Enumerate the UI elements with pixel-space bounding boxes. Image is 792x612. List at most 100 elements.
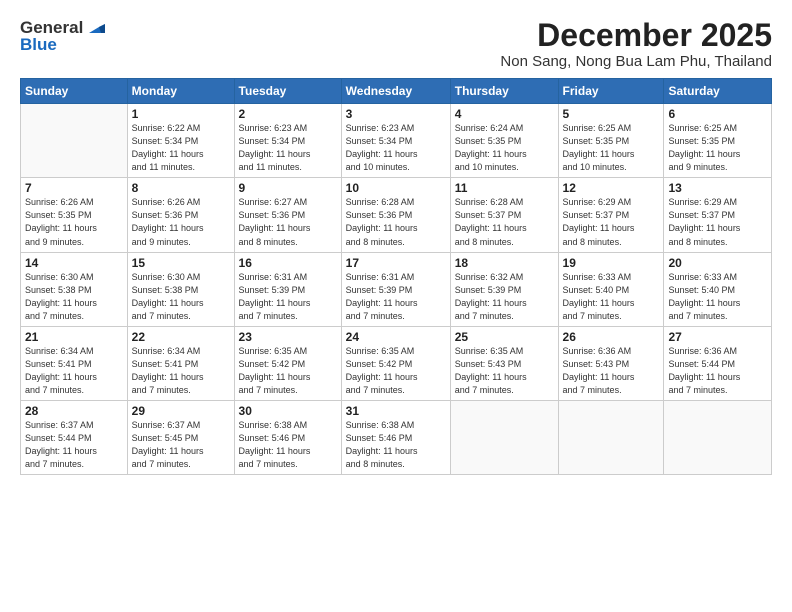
day-number: 6 bbox=[668, 107, 767, 121]
day-info: Sunrise: 6:24 AM Sunset: 5:35 PM Dayligh… bbox=[455, 122, 554, 174]
calendar-header-thursday: Thursday bbox=[450, 79, 558, 104]
calendar-cell bbox=[558, 400, 664, 474]
day-info: Sunrise: 6:30 AM Sunset: 5:38 PM Dayligh… bbox=[25, 271, 123, 323]
calendar-cell: 6Sunrise: 6:25 AM Sunset: 5:35 PM Daylig… bbox=[664, 104, 772, 178]
day-number: 2 bbox=[239, 107, 337, 121]
day-number: 4 bbox=[455, 107, 554, 121]
calendar-week-5: 28Sunrise: 6:37 AM Sunset: 5:44 PM Dayli… bbox=[21, 400, 772, 474]
month-title: December 2025 bbox=[500, 18, 772, 53]
logo-blue: Blue bbox=[20, 35, 57, 55]
day-number: 10 bbox=[346, 181, 446, 195]
calendar-header-saturday: Saturday bbox=[664, 79, 772, 104]
calendar-cell: 9Sunrise: 6:27 AM Sunset: 5:36 PM Daylig… bbox=[234, 178, 341, 252]
day-number: 30 bbox=[239, 404, 337, 418]
day-number: 12 bbox=[563, 181, 660, 195]
calendar-cell: 15Sunrise: 6:30 AM Sunset: 5:38 PM Dayli… bbox=[127, 252, 234, 326]
calendar-cell: 27Sunrise: 6:36 AM Sunset: 5:44 PM Dayli… bbox=[664, 326, 772, 400]
day-info: Sunrise: 6:26 AM Sunset: 5:36 PM Dayligh… bbox=[132, 196, 230, 248]
calendar-cell: 8Sunrise: 6:26 AM Sunset: 5:36 PM Daylig… bbox=[127, 178, 234, 252]
day-number: 26 bbox=[563, 330, 660, 344]
calendar-cell: 18Sunrise: 6:32 AM Sunset: 5:39 PM Dayli… bbox=[450, 252, 558, 326]
day-info: Sunrise: 6:27 AM Sunset: 5:36 PM Dayligh… bbox=[239, 196, 337, 248]
day-number: 21 bbox=[25, 330, 123, 344]
day-number: 9 bbox=[239, 181, 337, 195]
calendar-cell: 30Sunrise: 6:38 AM Sunset: 5:46 PM Dayli… bbox=[234, 400, 341, 474]
day-number: 1 bbox=[132, 107, 230, 121]
day-number: 17 bbox=[346, 256, 446, 270]
calendar-header-friday: Friday bbox=[558, 79, 664, 104]
calendar-cell: 14Sunrise: 6:30 AM Sunset: 5:38 PM Dayli… bbox=[21, 252, 128, 326]
day-info: Sunrise: 6:25 AM Sunset: 5:35 PM Dayligh… bbox=[563, 122, 660, 174]
day-number: 7 bbox=[25, 181, 123, 195]
calendar-header-row: SundayMondayTuesdayWednesdayThursdayFrid… bbox=[21, 79, 772, 104]
calendar-cell: 3Sunrise: 6:23 AM Sunset: 5:34 PM Daylig… bbox=[341, 104, 450, 178]
day-info: Sunrise: 6:37 AM Sunset: 5:45 PM Dayligh… bbox=[132, 419, 230, 471]
day-number: 20 bbox=[668, 256, 767, 270]
calendar-week-3: 14Sunrise: 6:30 AM Sunset: 5:38 PM Dayli… bbox=[21, 252, 772, 326]
day-info: Sunrise: 6:31 AM Sunset: 5:39 PM Dayligh… bbox=[346, 271, 446, 323]
day-info: Sunrise: 6:28 AM Sunset: 5:36 PM Dayligh… bbox=[346, 196, 446, 248]
day-number: 24 bbox=[346, 330, 446, 344]
calendar-cell: 17Sunrise: 6:31 AM Sunset: 5:39 PM Dayli… bbox=[341, 252, 450, 326]
day-info: Sunrise: 6:33 AM Sunset: 5:40 PM Dayligh… bbox=[563, 271, 660, 323]
day-info: Sunrise: 6:35 AM Sunset: 5:42 PM Dayligh… bbox=[346, 345, 446, 397]
day-info: Sunrise: 6:38 AM Sunset: 5:46 PM Dayligh… bbox=[346, 419, 446, 471]
day-number: 31 bbox=[346, 404, 446, 418]
day-number: 8 bbox=[132, 181, 230, 195]
calendar-cell: 12Sunrise: 6:29 AM Sunset: 5:37 PM Dayli… bbox=[558, 178, 664, 252]
calendar-cell: 29Sunrise: 6:37 AM Sunset: 5:45 PM Dayli… bbox=[127, 400, 234, 474]
day-number: 18 bbox=[455, 256, 554, 270]
header: General Blue December 2025 Non Sang, Non… bbox=[20, 18, 772, 70]
location-title: Non Sang, Nong Bua Lam Phu, Thailand bbox=[500, 53, 772, 70]
calendar-cell bbox=[21, 104, 128, 178]
calendar-week-4: 21Sunrise: 6:34 AM Sunset: 5:41 PM Dayli… bbox=[21, 326, 772, 400]
day-info: Sunrise: 6:38 AM Sunset: 5:46 PM Dayligh… bbox=[239, 419, 337, 471]
calendar-cell: 1Sunrise: 6:22 AM Sunset: 5:34 PM Daylig… bbox=[127, 104, 234, 178]
calendar-cell: 22Sunrise: 6:34 AM Sunset: 5:41 PM Dayli… bbox=[127, 326, 234, 400]
day-info: Sunrise: 6:36 AM Sunset: 5:44 PM Dayligh… bbox=[668, 345, 767, 397]
day-info: Sunrise: 6:23 AM Sunset: 5:34 PM Dayligh… bbox=[346, 122, 446, 174]
day-info: Sunrise: 6:23 AM Sunset: 5:34 PM Dayligh… bbox=[239, 122, 337, 174]
calendar-week-1: 1Sunrise: 6:22 AM Sunset: 5:34 PM Daylig… bbox=[21, 104, 772, 178]
day-info: Sunrise: 6:25 AM Sunset: 5:35 PM Dayligh… bbox=[668, 122, 767, 174]
title-block: December 2025 Non Sang, Nong Bua Lam Phu… bbox=[500, 18, 772, 70]
calendar-cell: 2Sunrise: 6:23 AM Sunset: 5:34 PM Daylig… bbox=[234, 104, 341, 178]
calendar-cell: 13Sunrise: 6:29 AM Sunset: 5:37 PM Dayli… bbox=[664, 178, 772, 252]
day-info: Sunrise: 6:34 AM Sunset: 5:41 PM Dayligh… bbox=[25, 345, 123, 397]
day-number: 3 bbox=[346, 107, 446, 121]
day-number: 23 bbox=[239, 330, 337, 344]
day-number: 13 bbox=[668, 181, 767, 195]
calendar-header-monday: Monday bbox=[127, 79, 234, 104]
calendar-cell: 28Sunrise: 6:37 AM Sunset: 5:44 PM Dayli… bbox=[21, 400, 128, 474]
day-info: Sunrise: 6:30 AM Sunset: 5:38 PM Dayligh… bbox=[132, 271, 230, 323]
day-number: 11 bbox=[455, 181, 554, 195]
day-info: Sunrise: 6:32 AM Sunset: 5:39 PM Dayligh… bbox=[455, 271, 554, 323]
day-info: Sunrise: 6:33 AM Sunset: 5:40 PM Dayligh… bbox=[668, 271, 767, 323]
calendar-header-sunday: Sunday bbox=[21, 79, 128, 104]
calendar-cell: 20Sunrise: 6:33 AM Sunset: 5:40 PM Dayli… bbox=[664, 252, 772, 326]
day-info: Sunrise: 6:34 AM Sunset: 5:41 PM Dayligh… bbox=[132, 345, 230, 397]
day-number: 29 bbox=[132, 404, 230, 418]
calendar-cell bbox=[664, 400, 772, 474]
calendar-cell: 19Sunrise: 6:33 AM Sunset: 5:40 PM Dayli… bbox=[558, 252, 664, 326]
logo-icon bbox=[85, 20, 105, 34]
calendar-cell bbox=[450, 400, 558, 474]
calendar-cell: 16Sunrise: 6:31 AM Sunset: 5:39 PM Dayli… bbox=[234, 252, 341, 326]
day-info: Sunrise: 6:29 AM Sunset: 5:37 PM Dayligh… bbox=[563, 196, 660, 248]
day-info: Sunrise: 6:22 AM Sunset: 5:34 PM Dayligh… bbox=[132, 122, 230, 174]
day-info: Sunrise: 6:36 AM Sunset: 5:43 PM Dayligh… bbox=[563, 345, 660, 397]
calendar-header-wednesday: Wednesday bbox=[341, 79, 450, 104]
day-info: Sunrise: 6:31 AM Sunset: 5:39 PM Dayligh… bbox=[239, 271, 337, 323]
calendar-cell: 7Sunrise: 6:26 AM Sunset: 5:35 PM Daylig… bbox=[21, 178, 128, 252]
page: General Blue December 2025 Non Sang, Non… bbox=[0, 0, 792, 612]
calendar-cell: 23Sunrise: 6:35 AM Sunset: 5:42 PM Dayli… bbox=[234, 326, 341, 400]
day-info: Sunrise: 6:26 AM Sunset: 5:35 PM Dayligh… bbox=[25, 196, 123, 248]
calendar-cell: 11Sunrise: 6:28 AM Sunset: 5:37 PM Dayli… bbox=[450, 178, 558, 252]
calendar-cell: 26Sunrise: 6:36 AM Sunset: 5:43 PM Dayli… bbox=[558, 326, 664, 400]
day-number: 5 bbox=[563, 107, 660, 121]
logo: General Blue bbox=[20, 18, 105, 55]
calendar-week-2: 7Sunrise: 6:26 AM Sunset: 5:35 PM Daylig… bbox=[21, 178, 772, 252]
day-number: 19 bbox=[563, 256, 660, 270]
day-info: Sunrise: 6:29 AM Sunset: 5:37 PM Dayligh… bbox=[668, 196, 767, 248]
calendar-cell: 25Sunrise: 6:35 AM Sunset: 5:43 PM Dayli… bbox=[450, 326, 558, 400]
